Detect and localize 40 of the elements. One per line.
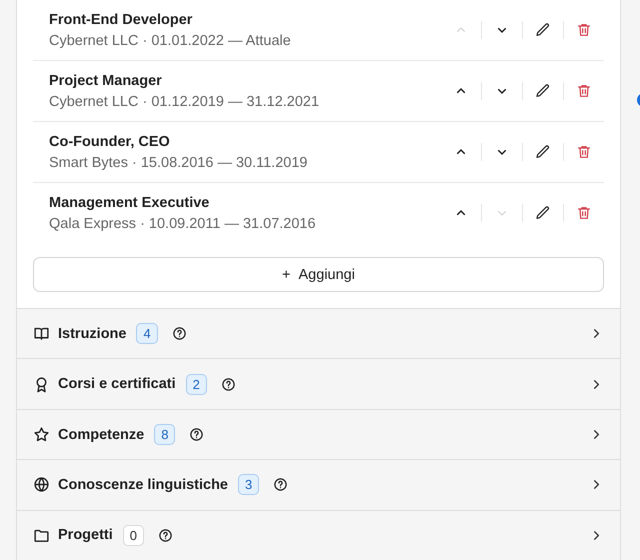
count-badge: 0 bbox=[122, 524, 144, 546]
section-header[interactable]: Conoscenze linguistiche 3 bbox=[17, 459, 620, 510]
section-title: Corsi e certificati bbox=[58, 376, 176, 392]
count-badge: 4 bbox=[136, 323, 158, 344]
help-icon bbox=[220, 376, 236, 392]
count-badge: 2 bbox=[186, 374, 207, 395]
book-icon bbox=[33, 325, 50, 342]
pencil-icon bbox=[535, 83, 551, 99]
section-header[interactable]: Progetti 0 bbox=[17, 510, 620, 560]
job-details: Smart Bytes · 15.08.2016 — 30.11.2019 bbox=[49, 154, 308, 170]
job-details: Cybernet LLC · 01.01.2022 — Attuale bbox=[49, 32, 292, 48]
job-details: Cybernet LLC · 01.12.2019 — 31.12.2021 bbox=[49, 94, 320, 110]
section-header[interactable]: Competenze 8 bbox=[17, 408, 620, 460]
pencil-icon bbox=[535, 22, 551, 38]
globe-icon bbox=[33, 476, 50, 494]
job-title: Project Manager bbox=[49, 72, 163, 88]
section-title: Progetti bbox=[58, 527, 113, 544]
help-icon bbox=[189, 427, 204, 442]
section-title: Istruzione bbox=[58, 326, 126, 342]
count-badge: 3 bbox=[238, 474, 260, 496]
help-icon bbox=[273, 477, 288, 492]
section-header[interactable]: Corsi e certificati 2 bbox=[17, 358, 620, 409]
help-icon bbox=[172, 326, 187, 342]
job-title: Management Executive bbox=[49, 194, 210, 210]
trash-icon bbox=[576, 83, 592, 99]
trash-icon bbox=[576, 205, 592, 221]
count-badge: 8 bbox=[154, 424, 176, 446]
section-header[interactable]: Istruzione 4 bbox=[17, 308, 620, 358]
trash-icon bbox=[576, 22, 592, 38]
section-title: Conoscenze linguistiche bbox=[58, 476, 228, 493]
star-icon bbox=[33, 426, 50, 444]
job-details: Qala Express · 10.09.2011 — 31.07.2016 bbox=[49, 216, 317, 232]
job-title: Co-Founder, CEO bbox=[49, 134, 171, 150]
help-icon bbox=[158, 528, 174, 543]
add-button[interactable]: + Aggiungi bbox=[33, 257, 604, 292]
trash-icon bbox=[576, 144, 592, 160]
pencil-icon bbox=[535, 205, 551, 221]
job-title: Front-End Developer bbox=[49, 12, 194, 28]
section-title: Competenze bbox=[58, 426, 144, 443]
pencil-icon bbox=[535, 144, 551, 160]
